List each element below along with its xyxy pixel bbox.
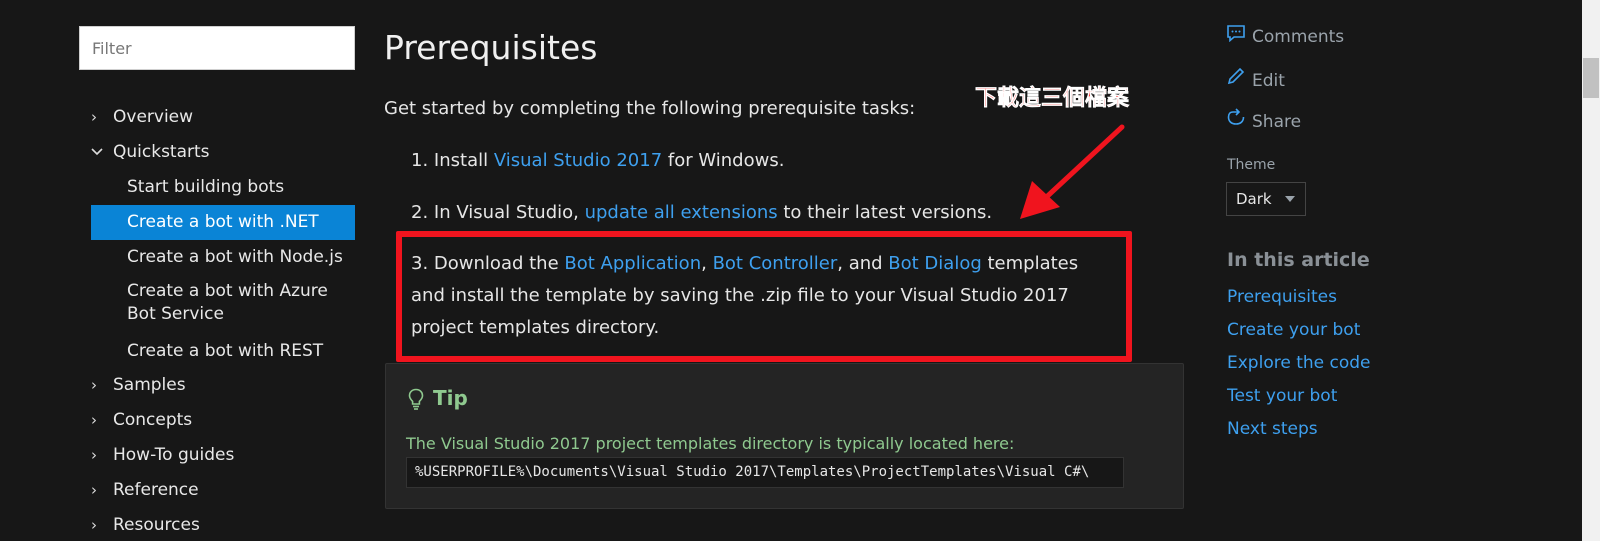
chevron-right-icon: › [91, 481, 97, 499]
nav-item-label: Reference [113, 480, 199, 500]
toc-link-explore-the-code[interactable]: Explore the code [1227, 353, 1371, 373]
lightbulb-icon [408, 388, 424, 410]
highlight-box [396, 231, 1132, 362]
chevron-down-icon [91, 141, 113, 163]
step-text: to their latest versions. [777, 202, 993, 223]
tip-box: Tip The Visual Studio 2017 project templ… [385, 363, 1184, 509]
nav-sub-create-bot-azure[interactable]: Create a bot with Azure Bot Service [91, 280, 355, 326]
nav-item-label: How-To guides [113, 445, 235, 465]
action-label: Comments [1252, 27, 1345, 47]
tip-code: %USERPROFILE%\Documents\Visual Studio 20… [406, 457, 1124, 488]
action-label: Share [1252, 112, 1302, 132]
theme-select[interactable]: Dark [1226, 182, 1306, 216]
nav-item-label: Quickstarts [113, 142, 210, 162]
toc-link-next-steps[interactable]: Next steps [1227, 419, 1318, 439]
link-update-extensions[interactable]: update all extensions [585, 202, 778, 223]
nav-item-howto[interactable]: › How-To guides [91, 444, 355, 466]
comments-button[interactable]: Comments [1226, 24, 1344, 47]
theme-label: Theme [1227, 157, 1276, 173]
edit-button[interactable]: Edit [1226, 66, 1285, 91]
toc-link-prerequisites[interactable]: Prerequisites [1227, 287, 1337, 307]
nav-item-overview[interactable]: › Overview [91, 106, 355, 128]
chevron-right-icon: › [91, 446, 97, 464]
action-label: Edit [1252, 71, 1285, 91]
nav-item-label: Samples [113, 375, 186, 395]
step-text: In Visual Studio, [433, 202, 585, 223]
page-title: Prerequisites [384, 28, 598, 67]
nav-item-resources[interactable]: › Resources [91, 514, 355, 536]
step-number: 1. [411, 150, 429, 171]
toc-title: In this article [1227, 249, 1370, 271]
nav-item-label: Resources [113, 515, 200, 535]
share-icon [1226, 107, 1252, 132]
pencil-icon [1226, 66, 1252, 91]
intro-text: Get started by completing the following … [384, 98, 916, 119]
nav-item-reference[interactable]: › Reference [91, 479, 355, 501]
step-text: for Windows. [662, 150, 785, 171]
nav-sub-start-building-bots[interactable]: Start building bots [91, 176, 355, 198]
link-visual-studio-2017[interactable]: Visual Studio 2017 [494, 150, 662, 171]
nav-item-concepts[interactable]: › Concepts [91, 409, 355, 431]
nav-sub-create-bot-rest[interactable]: Create a bot with REST [91, 340, 355, 362]
annotation-text: 下載這三個檔案 [975, 86, 1130, 112]
nav-sub-create-bot-dotnet[interactable]: Create a bot with .NET [91, 205, 355, 240]
nav-item-samples[interactable]: › Samples [91, 374, 355, 396]
chevron-right-icon: › [91, 376, 97, 394]
annotation-arrow-icon [1020, 124, 1125, 219]
comment-icon [1226, 24, 1252, 47]
scrollbar-thumb[interactable] [1583, 58, 1599, 98]
step-text: Install [433, 150, 494, 171]
toc-link-test-your-bot[interactable]: Test your bot [1227, 386, 1337, 406]
chevron-right-icon: › [91, 411, 97, 429]
nav-item-label: Overview [113, 107, 194, 127]
caret-down-icon [1285, 196, 1295, 202]
nav-sub-create-bot-nodejs[interactable]: Create a bot with Node.js [91, 246, 355, 268]
tip-title: Tip [433, 386, 468, 410]
step-1: 1. Install Visual Studio 2017 for Window… [411, 145, 784, 177]
toc-link-create-your-bot[interactable]: Create your bot [1227, 320, 1360, 340]
theme-value: Dark [1236, 190, 1272, 208]
share-button[interactable]: Share [1226, 107, 1301, 132]
step-2: 2. In Visual Studio, update all extensio… [411, 197, 992, 229]
chevron-right-icon: › [91, 516, 97, 534]
nav-item-label: Concepts [113, 410, 193, 430]
chevron-right-icon: › [91, 108, 97, 126]
step-number: 2. [411, 202, 429, 223]
nav-item-quickstarts[interactable]: Quickstarts [91, 141, 355, 163]
tip-text: The Visual Studio 2017 project templates… [406, 434, 1015, 453]
filter-input[interactable] [79, 26, 355, 70]
